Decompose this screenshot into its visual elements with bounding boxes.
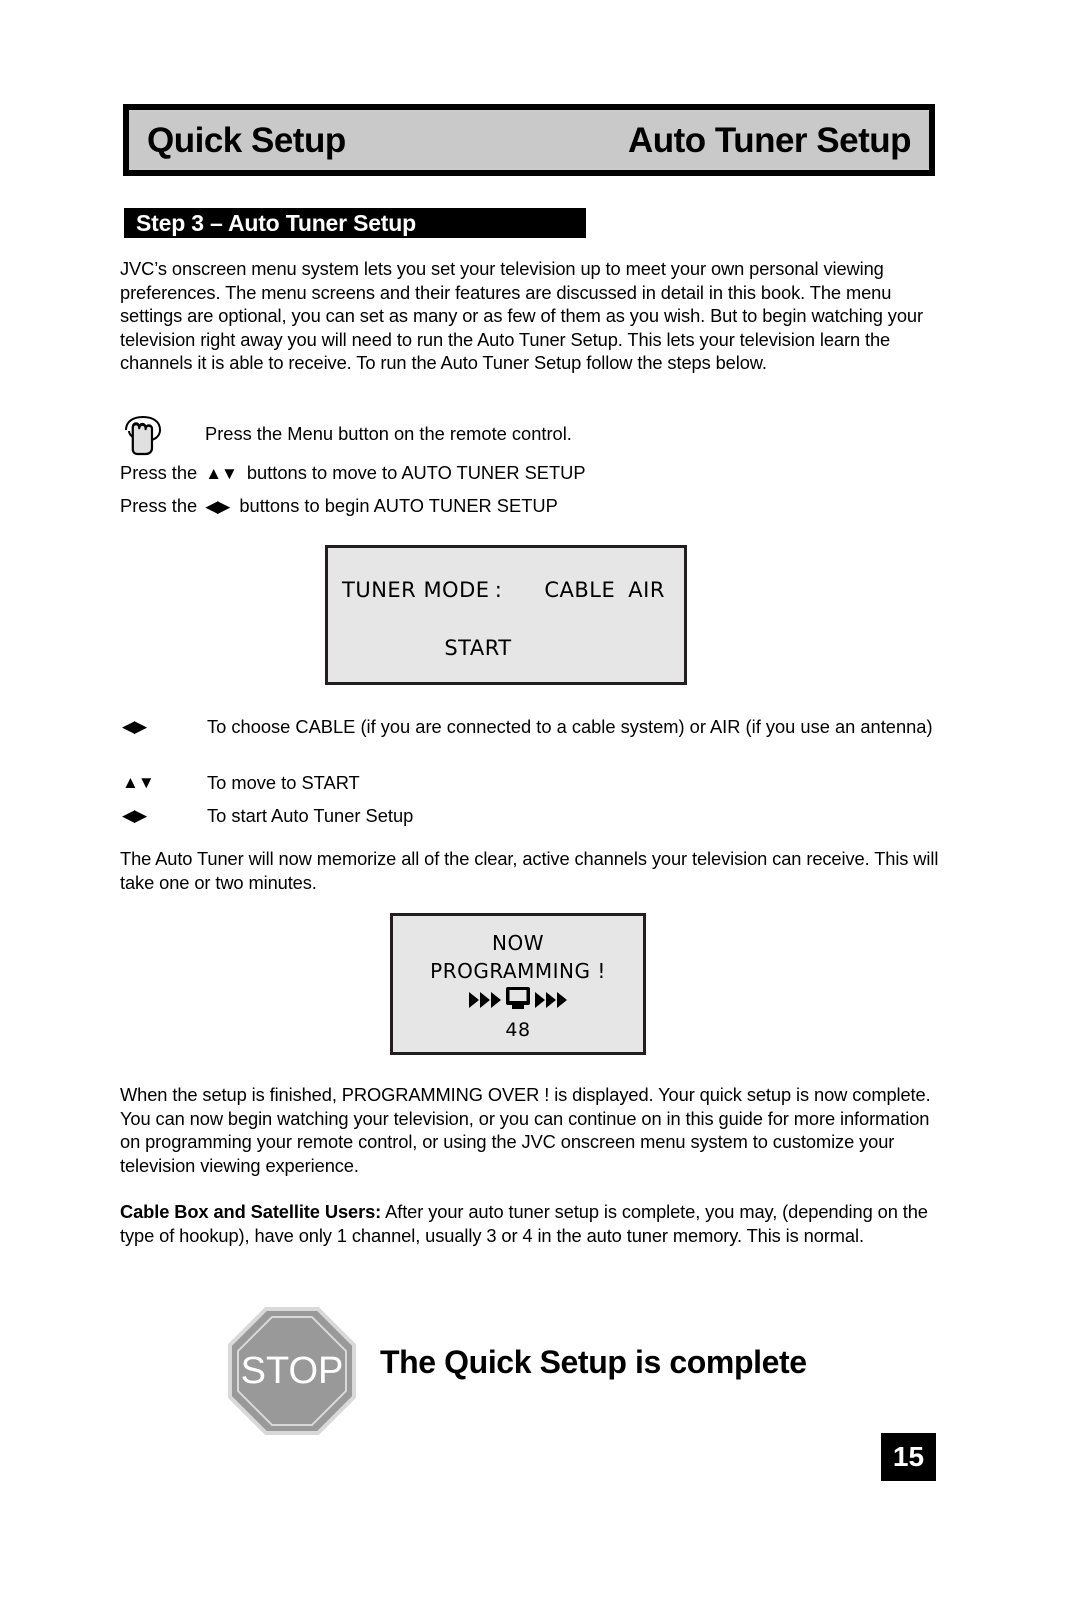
osd-tuner-mode-colon: : bbox=[494, 578, 503, 602]
press-suffix-updown: buttons to move to AUTO TUNER SETUP bbox=[246, 462, 586, 483]
step-banner: Step 3 – Auto Tuner Setup bbox=[124, 208, 586, 238]
osd-option-air[interactable]: AIR bbox=[628, 578, 676, 602]
osd-programming-line1: NOW bbox=[492, 931, 544, 955]
press-row-leftright: Press the ◀▶ buttons to begin AUTO TUNER… bbox=[120, 494, 558, 518]
left-right-arrows-icon: ◀▶ bbox=[122, 717, 147, 736]
osd-tuner-mode-screen: TUNER MODE : CABLE AIR START bbox=[325, 545, 687, 685]
stop-sign-text: STOP bbox=[241, 1350, 344, 1392]
stop-sign-icon: STOP bbox=[228, 1307, 356, 1435]
osd-channel-number: 48 bbox=[505, 1019, 531, 1041]
arrow-instruction-move-to-start: ▲▼ To move to START bbox=[122, 771, 937, 795]
osd-option-cable[interactable]: CABLE bbox=[544, 578, 628, 602]
triangles-left-group-icon bbox=[468, 991, 502, 1009]
header-left-title: Quick Setup bbox=[147, 120, 346, 160]
header-right-title: Auto Tuner Setup bbox=[628, 120, 912, 160]
osd-start-option[interactable]: START bbox=[328, 636, 684, 660]
osd-programming-line2: PROGRAMMING ! bbox=[430, 959, 606, 983]
press-prefix-updown: Press the bbox=[120, 462, 198, 483]
intro-paragraph: JVC’s onscreen menu system lets you set … bbox=[120, 258, 923, 374]
page-header-bar: Quick Setup Auto Tuner Setup bbox=[123, 104, 935, 176]
press-row-updown: Press the ▲▼ buttons to move to AUTO TUN… bbox=[120, 461, 586, 485]
cable-box-note: Cable Box and Satellite Users: After you… bbox=[120, 1200, 945, 1247]
arrow-instruction-choose-source: ◀▶ To choose CABLE (if you are connected… bbox=[122, 715, 937, 739]
quick-setup-complete-caption: The Quick Setup is complete bbox=[380, 1344, 807, 1380]
page-number-badge: 15 bbox=[881, 1433, 936, 1481]
osd-now-programming-screen: NOW PROGRAMMING ! 48 bbox=[390, 913, 646, 1055]
triangles-right-group-icon bbox=[534, 991, 568, 1009]
pressing-hand-icon bbox=[120, 414, 166, 458]
press-prefix-leftright: Press the bbox=[120, 495, 198, 516]
television-icon bbox=[505, 986, 531, 1014]
left-right-arrows-icon: ◀▶ bbox=[205, 497, 230, 517]
arrow-instruction-text: To start Auto Tuner Setup bbox=[207, 805, 414, 826]
cable-box-note-heading: Cable Box and Satellite Users: bbox=[120, 1201, 382, 1222]
up-down-arrows-icon: ▲▼ bbox=[122, 773, 155, 792]
left-right-arrows-icon: ◀▶ bbox=[122, 806, 147, 825]
document-page: Quick Setup Auto Tuner Setup Step 3 – Au… bbox=[0, 0, 1080, 1605]
osd-tuner-mode-label: TUNER MODE bbox=[342, 578, 490, 602]
setup-finished-paragraph: When the setup is finished, PROGRAMMING … bbox=[120, 1084, 931, 1176]
arrow-instruction-text: To choose CABLE (if you are connected to… bbox=[207, 716, 933, 737]
menu-press-text: Press the Menu button on the remote cont… bbox=[205, 423, 572, 444]
memorize-paragraph: The Auto Tuner will now memorize all of … bbox=[120, 848, 939, 893]
up-down-arrows-icon: ▲▼ bbox=[205, 464, 238, 484]
arrow-instruction-text: To move to START bbox=[207, 772, 360, 793]
arrow-instruction-start-setup: ◀▶ To start Auto Tuner Setup bbox=[122, 804, 937, 828]
press-suffix-leftright: buttons to begin AUTO TUNER SETUP bbox=[239, 495, 558, 516]
osd-programming-animation-row bbox=[393, 987, 643, 1013]
menu-press-instruction-row: Press the Menu button on the remote cont… bbox=[120, 414, 820, 458]
osd-tuner-mode-row: TUNER MODE : CABLE AIR bbox=[342, 578, 676, 602]
